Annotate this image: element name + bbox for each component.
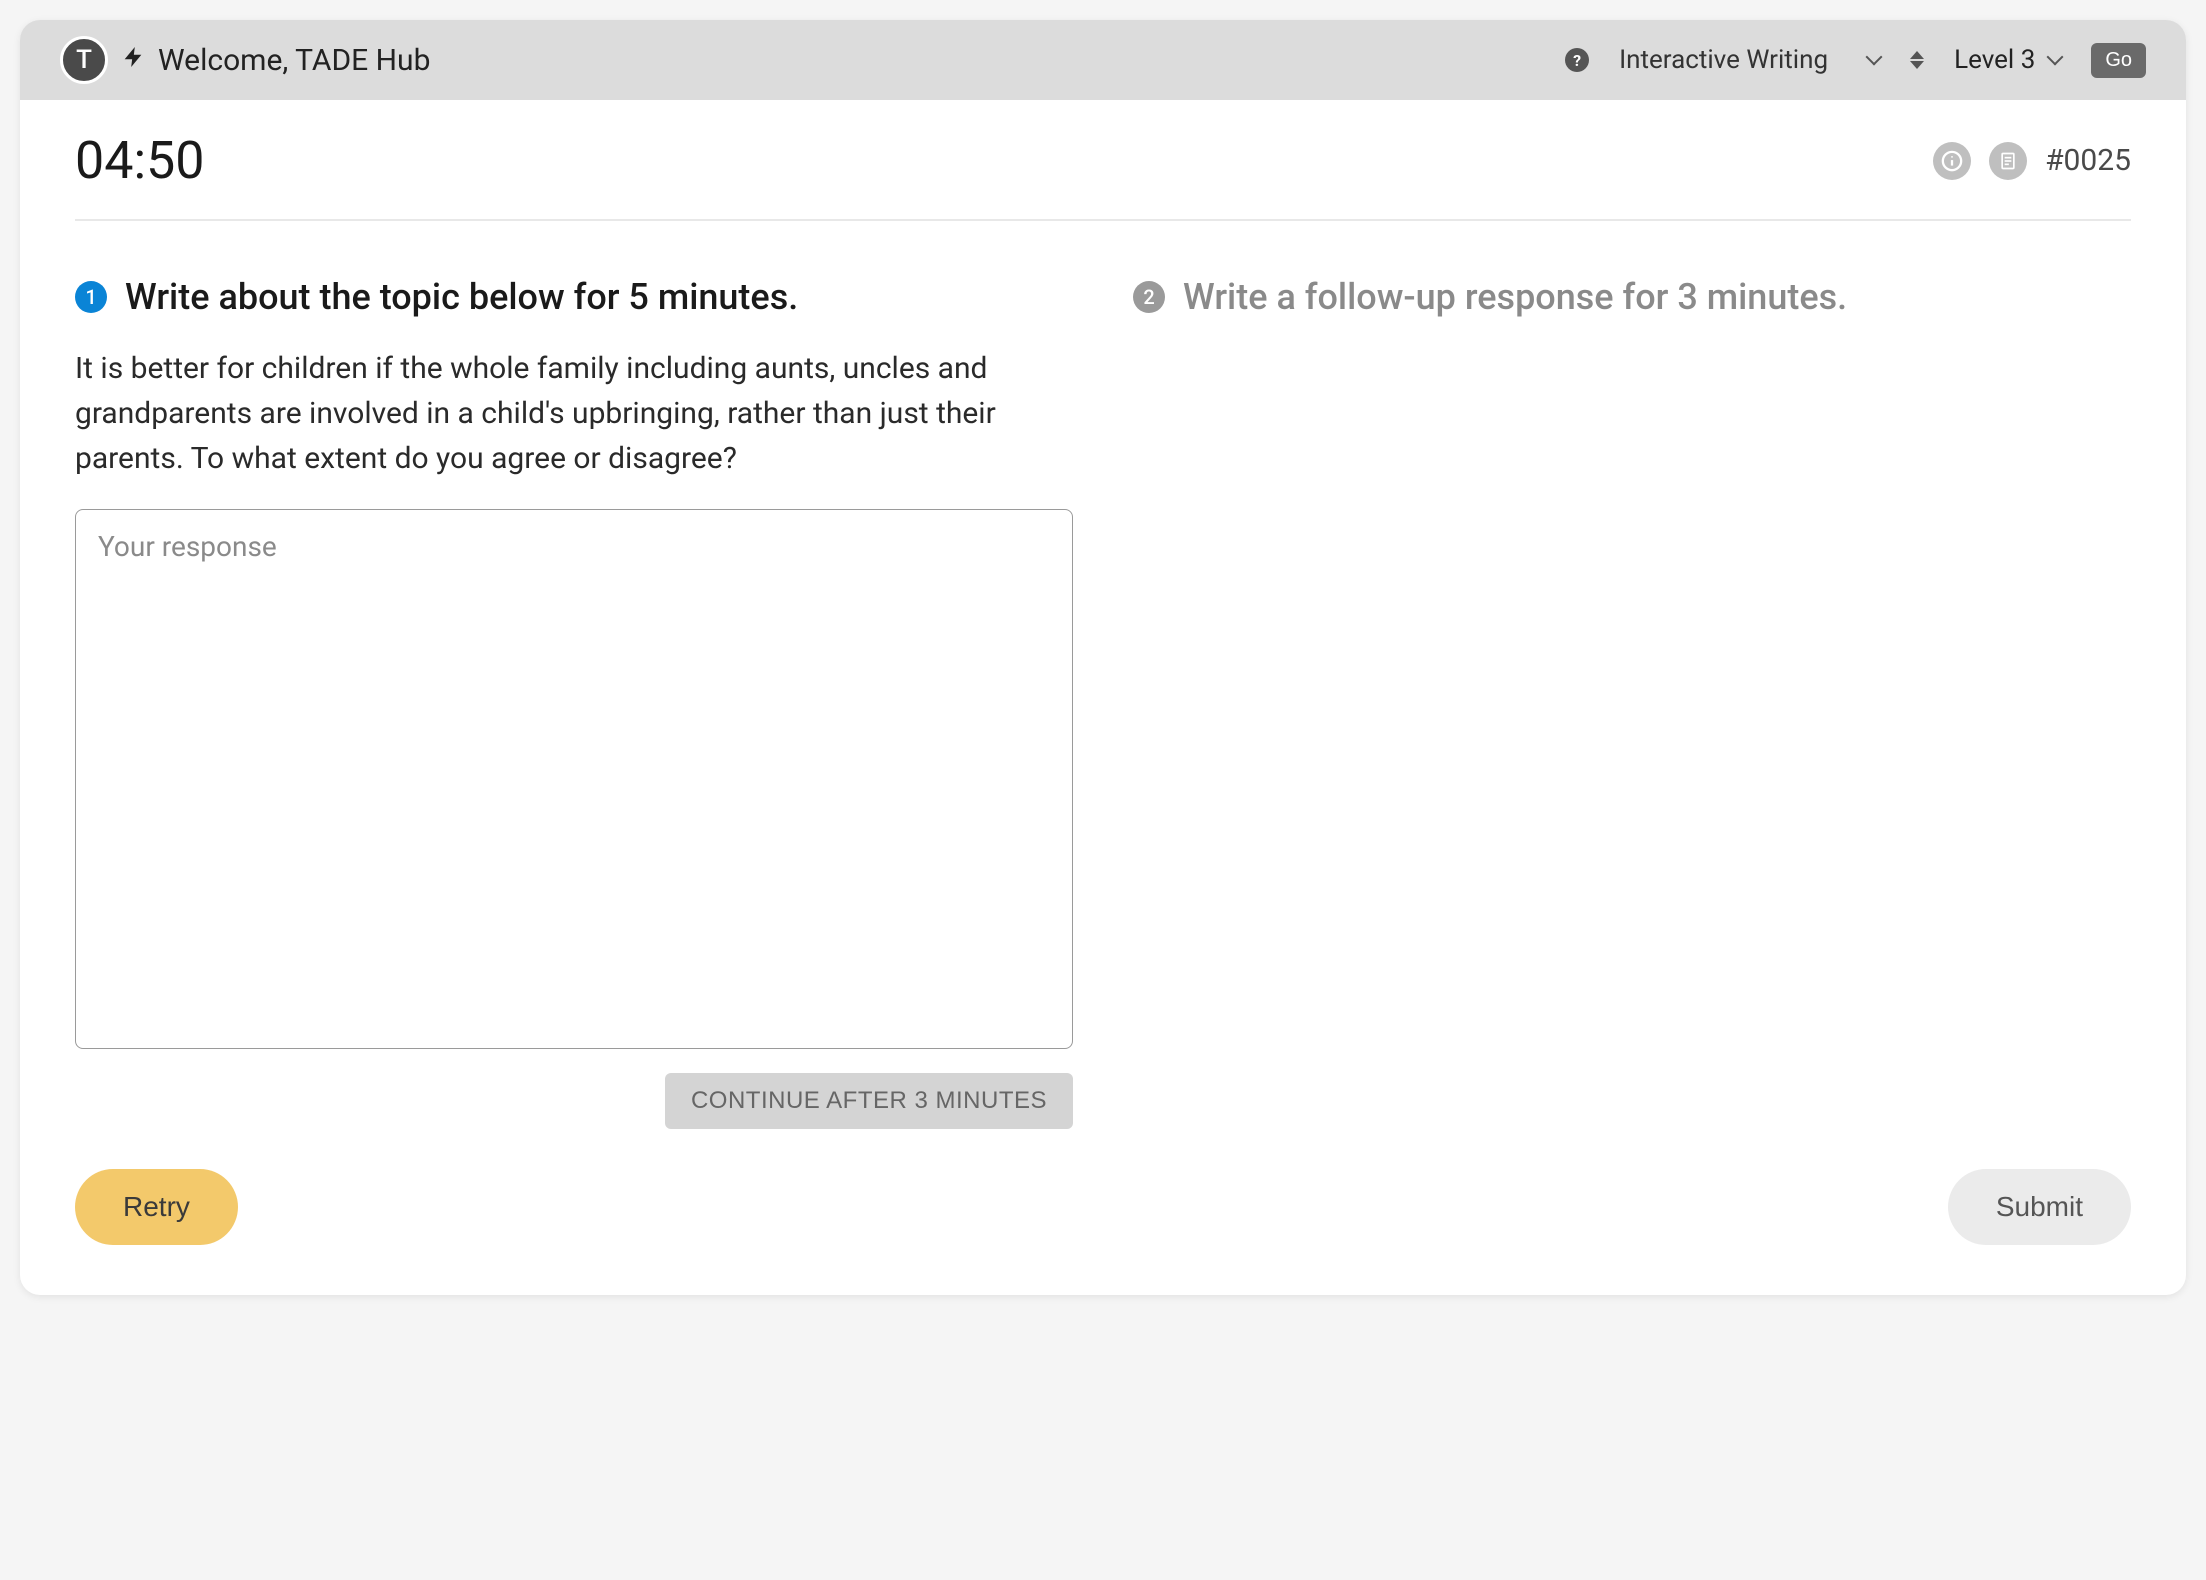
step-2-column: 2 Write a follow-up response for 3 minut… xyxy=(1133,276,2131,1129)
notes-icon[interactable] xyxy=(1989,142,2027,180)
level-selector[interactable]: Level 3 xyxy=(1954,45,2061,75)
user-avatar[interactable]: T xyxy=(60,36,108,84)
continue-row: CONTINUE AFTER 3 MINUTES xyxy=(75,1073,1073,1129)
step-2-header: 2 Write a follow-up response for 3 minut… xyxy=(1133,276,2131,318)
mode-label: Interactive Writing xyxy=(1619,45,1828,75)
timer-display: 04:50 xyxy=(75,130,205,191)
question-id: #0025 xyxy=(2045,143,2131,178)
info-right: #0025 xyxy=(1933,142,2131,180)
sort-icon[interactable] xyxy=(1910,51,1924,69)
app-container: T Welcome, TADE Hub ? Interactive Writin… xyxy=(20,20,2186,1295)
continue-button[interactable]: CONTINUE AFTER 3 MINUTES xyxy=(665,1073,1073,1129)
chevron-down-icon xyxy=(2047,49,2064,66)
footer-row: Retry Submit xyxy=(75,1169,2131,1245)
step-1-header: 1 Write about the topic below for 5 minu… xyxy=(75,276,1073,318)
step-1-column: 1 Write about the topic below for 5 minu… xyxy=(75,276,1073,1129)
info-row: 04:50 #0025 xyxy=(75,130,2131,191)
retry-button[interactable]: Retry xyxy=(75,1169,238,1245)
steps-row: 1 Write about the topic below for 5 minu… xyxy=(75,276,2131,1129)
chevron-down-icon xyxy=(1866,49,1883,66)
welcome-text: Welcome, TADE Hub xyxy=(158,43,1549,78)
go-button[interactable]: Go xyxy=(2091,43,2146,78)
step-2-number: 2 xyxy=(1133,281,1165,313)
prompt-text: It is better for children if the whole f… xyxy=(75,346,1073,481)
response-textarea[interactable] xyxy=(75,509,1073,1049)
submit-button[interactable]: Submit xyxy=(1948,1169,2131,1245)
content-area: 04:50 #0025 xyxy=(20,100,2186,1295)
step-1-title: Write about the topic below for 5 minute… xyxy=(125,276,798,318)
step-2-title: Write a follow-up response for 3 minutes… xyxy=(1183,276,1847,318)
bolt-icon xyxy=(124,45,142,75)
help-icon[interactable]: ? xyxy=(1565,48,1589,72)
header-bar: T Welcome, TADE Hub ? Interactive Writin… xyxy=(20,20,2186,100)
divider xyxy=(75,219,2131,221)
mode-selector[interactable]: Interactive Writing xyxy=(1619,45,1880,75)
header-right: ? Interactive Writing Level 3 Go xyxy=(1565,43,2146,78)
level-label: Level 3 xyxy=(1954,45,2035,75)
info-icon[interactable] xyxy=(1933,142,1971,180)
step-1-number: 1 xyxy=(75,281,107,313)
